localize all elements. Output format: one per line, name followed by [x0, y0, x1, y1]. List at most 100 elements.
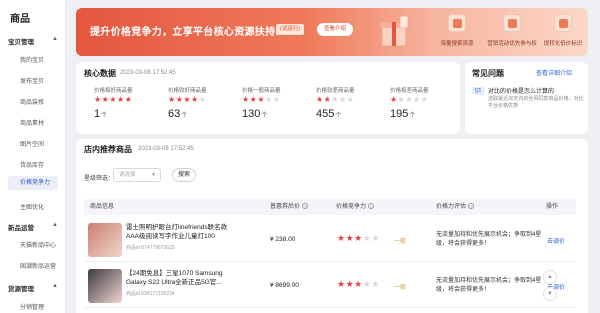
metric-card: 价格较好商品量 ★★★★★ 63个 — [168, 86, 242, 130]
column-header: 价格力评估? — [436, 199, 475, 215]
star-rating: ★★★★★ — [94, 95, 132, 104]
scroll-up-button[interactable]: ▲ — [543, 270, 557, 284]
star-icon: ★ — [242, 95, 250, 104]
star-icon: ★ — [339, 95, 347, 104]
metric-value: 195个 — [390, 108, 415, 120]
sidebar-item-my-products[interactable]: 我的宝贝 — [20, 55, 44, 64]
sidebar: 商品 宝贝管理 ▲ 我的宝贝 发布宝贝 商品装修 商品素材 图片空间 货品库存 … — [0, 0, 66, 313]
metric-value: 130个 — [242, 108, 267, 120]
metric-unit: 个 — [261, 113, 268, 119]
star-icon: ★ — [183, 95, 192, 104]
metric-card: 价格较差商品量 ★★★★★ 455个 — [316, 86, 390, 130]
star-icon: ★ — [198, 95, 207, 104]
low-price-icon — [554, 14, 572, 32]
faq-title: 常见问题 — [472, 69, 504, 78]
column-header-label: 价格竞争力 — [336, 204, 367, 210]
metric-label: 价格极好商品量 — [94, 88, 133, 94]
chevron-up-icon: ▲ — [52, 222, 58, 228]
star-icon: ★ — [316, 95, 324, 104]
metric-number: 1 — [94, 108, 101, 120]
scroll-down-button[interactable]: ▼ — [543, 287, 557, 301]
banner-headline: 提升价格竞争力，立享平台核心资源扶持！ — [90, 27, 286, 38]
star-icon: ★ — [337, 279, 346, 289]
price-level: 一般 — [394, 239, 407, 245]
metric-card: 价格极好商品量 ★★★★★ 1个 — [94, 86, 168, 130]
sidebar-group-new-products[interactable]: 新品运营 ▲ — [8, 222, 58, 232]
metric-number: 63 — [168, 108, 181, 120]
metric-label: 价格较差商品量 — [316, 88, 355, 94]
sidebar-item-inventory[interactable]: 货品库存 — [20, 160, 44, 169]
question-icon[interactable]: ? — [368, 203, 375, 209]
faq-detail-link[interactable]: 查看详细介绍 — [536, 68, 572, 77]
product-thumbnail[interactable] — [88, 223, 122, 257]
search-button[interactable]: 搜索 — [172, 168, 196, 182]
product-name[interactable]: 【24期免息】三星1070 Samsung Galaxy S22 Ultra全新… — [126, 269, 238, 287]
search-resource-icon — [448, 14, 466, 32]
faq-question[interactable]: 对比的价格是怎么计算的 — [488, 86, 554, 95]
sidebar-group-label: 宝贝管理 — [8, 39, 34, 46]
metric-value: 455个 — [316, 108, 341, 120]
sidebar-group-product-manage[interactable]: 宝贝管理 ▲ — [8, 36, 58, 46]
star-rating: ★★★★★ — [242, 95, 280, 104]
banner-feature-label: 提转化低价标识 — [543, 41, 583, 47]
sidebar-item-tmall-new[interactable]: 天猫新品中心 — [20, 240, 56, 249]
product-id: 商品id 634177105234 — [126, 291, 175, 297]
sidebar-title: 商品 — [10, 14, 30, 25]
star-rating: ★★★★★ — [390, 95, 428, 104]
recommend-time: 2023-03-08 17:52:45 — [138, 146, 194, 152]
sidebar-item-distribution[interactable]: 分销管理 — [20, 302, 44, 311]
star-icon: ★ — [354, 279, 363, 289]
faq-badge: Q1 — [472, 87, 484, 95]
sidebar-item-materials[interactable]: 商品素材 — [20, 118, 44, 127]
question-icon[interactable]: ? — [468, 203, 475, 209]
product-price: ¥ 8699.00 — [270, 282, 299, 289]
product-id: 商品id 674779673623 — [126, 245, 175, 251]
metric-value: 63个 — [168, 108, 187, 120]
star-icon: ★ — [345, 233, 355, 243]
star-icon: ★ — [257, 95, 266, 104]
marketing-icon — [503, 14, 521, 32]
chevron-up-icon: ▲ — [52, 283, 58, 289]
star-icon: ★ — [371, 279, 380, 289]
column-header: 价格竞争力? — [336, 199, 375, 215]
sidebar-item-price-competitiveness[interactable]: 价格竞争力 — [8, 176, 58, 190]
metric-label: 价格较好商品量 — [168, 88, 207, 94]
product-thumbnail[interactable] — [88, 269, 122, 303]
star-icon: ★ — [413, 95, 421, 104]
star-icon: ★ — [191, 95, 199, 104]
metric-label: 价格一般商品量 — [242, 88, 281, 94]
sidebar-item-main-image-optimize[interactable]: 主图优化 — [20, 202, 44, 211]
metric-unit: 个 — [181, 113, 188, 119]
row-divider — [84, 307, 576, 308]
metric-label: 价格极差商品量 — [390, 88, 429, 94]
banner-tag: (试运行) — [276, 24, 305, 35]
metric-value: 1个 — [94, 108, 107, 120]
sidebar-item-publish[interactable]: 发布宝贝 — [20, 76, 44, 85]
metric-unit: 个 — [101, 113, 108, 119]
question-icon[interactable]: ? — [302, 203, 309, 209]
star-rating: ★★★★★ — [316, 95, 354, 104]
column-header-label: 普惠券后价 — [270, 204, 301, 210]
star-filter-select[interactable]: 请选择 ▼ — [113, 168, 161, 182]
star-icon: ★ — [337, 233, 346, 243]
sidebar-item-decoration[interactable]: 商品装修 — [20, 97, 44, 106]
banner-intro-button[interactable]: 查看介绍 — [317, 23, 354, 36]
star-icon: ★ — [405, 95, 414, 104]
star-icon: ★ — [390, 95, 398, 104]
core-data-title: 核心数据 — [84, 69, 116, 78]
sidebar-item-image-space[interactable]: 图片空间 — [20, 139, 44, 148]
select-placeholder: 请选择 — [119, 172, 136, 178]
column-header: 普惠券后价? — [270, 199, 309, 215]
sidebar-item-guochao-new[interactable]: 国潮新品运营 — [20, 261, 56, 270]
star-icon: ★ — [109, 95, 118, 104]
metric-unit: 个 — [409, 113, 416, 119]
price-rating-stars: ★★★★★ — [337, 233, 380, 244]
star-icon: ★ — [94, 95, 102, 104]
chevron-down-icon: ▼ — [151, 172, 156, 178]
chevron-up-icon: ▲ — [52, 36, 58, 42]
adjust-price-link[interactable]: 去调价 — [547, 236, 565, 245]
product-name[interactable]: 雷士照明护眼台灯linefriends联名款AAA级阅读写字作业儿童灯100 — [126, 223, 238, 241]
column-header: 操作 — [546, 204, 559, 210]
sidebar-group-supply[interactable]: 货源管理 ▲ — [8, 283, 58, 293]
star-rating: ★★★★★ — [168, 95, 206, 104]
